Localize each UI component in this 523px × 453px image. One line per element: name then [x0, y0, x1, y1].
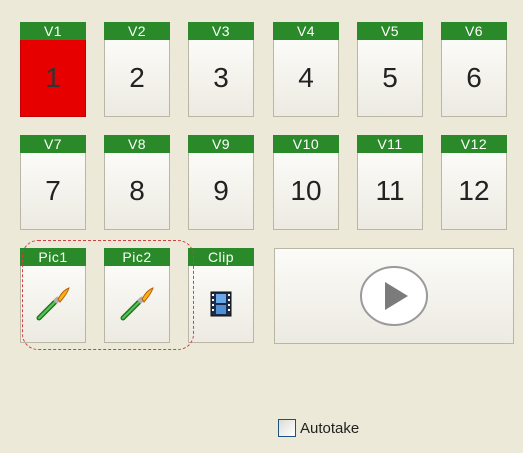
media-face	[104, 266, 170, 343]
source-tab-label: V1	[20, 22, 86, 40]
source-panel: V1 1 V2 2 V3 3 V4 4 V5 5 V6 6 V7 7 V8 8 …	[12, 12, 517, 453]
media-tile-pic1[interactable]: Pic1	[20, 248, 86, 344]
source-number: 3	[188, 40, 254, 117]
source-number: 1	[20, 40, 86, 117]
source-tile-v10[interactable]: V10 10	[273, 135, 339, 231]
source-tab-label: V4	[273, 22, 339, 40]
source-number: 8	[104, 153, 170, 230]
source-number: 11	[357, 153, 423, 230]
player-panel	[274, 248, 514, 344]
source-number: 6	[441, 40, 507, 117]
media-face	[188, 266, 254, 343]
source-tile-v5[interactable]: V5 5	[357, 22, 423, 118]
source-tile-v3[interactable]: V3 3	[188, 22, 254, 118]
media-tab-label: Pic2	[104, 248, 170, 266]
source-tile-v9[interactable]: V9 9	[188, 135, 254, 231]
media-tile-pic2[interactable]: Pic2	[104, 248, 170, 344]
source-tab-label: V9	[188, 135, 254, 153]
source-tile-v8[interactable]: V8 8	[104, 135, 170, 231]
source-number: 5	[357, 40, 423, 117]
source-tile-v7[interactable]: V7 7	[20, 135, 86, 231]
source-tile-v2[interactable]: V2 2	[104, 22, 170, 118]
media-tab-label: Clip	[188, 248, 254, 266]
source-number: 4	[273, 40, 339, 117]
source-tab-label: V2	[104, 22, 170, 40]
media-face	[20, 266, 86, 343]
paintbrush-icon	[120, 287, 154, 321]
source-tile-v4[interactable]: V4 4	[273, 22, 339, 118]
source-tab-label: V7	[20, 135, 86, 153]
source-tab-label: V5	[357, 22, 423, 40]
source-tab-label: V3	[188, 22, 254, 40]
source-tab-label: V8	[104, 135, 170, 153]
play-button[interactable]	[359, 265, 429, 327]
autotake-label: Autotake	[300, 419, 360, 437]
source-number: 9	[188, 153, 254, 230]
play-icon	[360, 266, 428, 326]
source-tile-v11[interactable]: V11 11	[357, 135, 423, 231]
paintbrush-icon	[36, 287, 70, 321]
media-tile-clip[interactable]: Clip	[188, 248, 254, 344]
source-number: 2	[104, 40, 170, 117]
source-number: 7	[20, 153, 86, 230]
source-number: 12	[441, 153, 507, 230]
source-tile-v6[interactable]: V6 6	[441, 22, 507, 118]
source-number: 10	[273, 153, 339, 230]
source-tile-v12[interactable]: V12 12	[441, 135, 507, 231]
source-tab-label: V10	[273, 135, 339, 153]
source-tab-label: V12	[441, 135, 507, 153]
source-tab-label: V6	[441, 22, 507, 40]
media-tab-label: Pic1	[20, 248, 86, 266]
autotake-checkbox[interactable]	[278, 419, 296, 437]
source-tab-label: V11	[357, 135, 423, 153]
autotake-control[interactable]: Autotake	[278, 417, 359, 439]
film-icon	[210, 291, 232, 317]
source-tile-v1[interactable]: V1 1	[20, 22, 86, 118]
